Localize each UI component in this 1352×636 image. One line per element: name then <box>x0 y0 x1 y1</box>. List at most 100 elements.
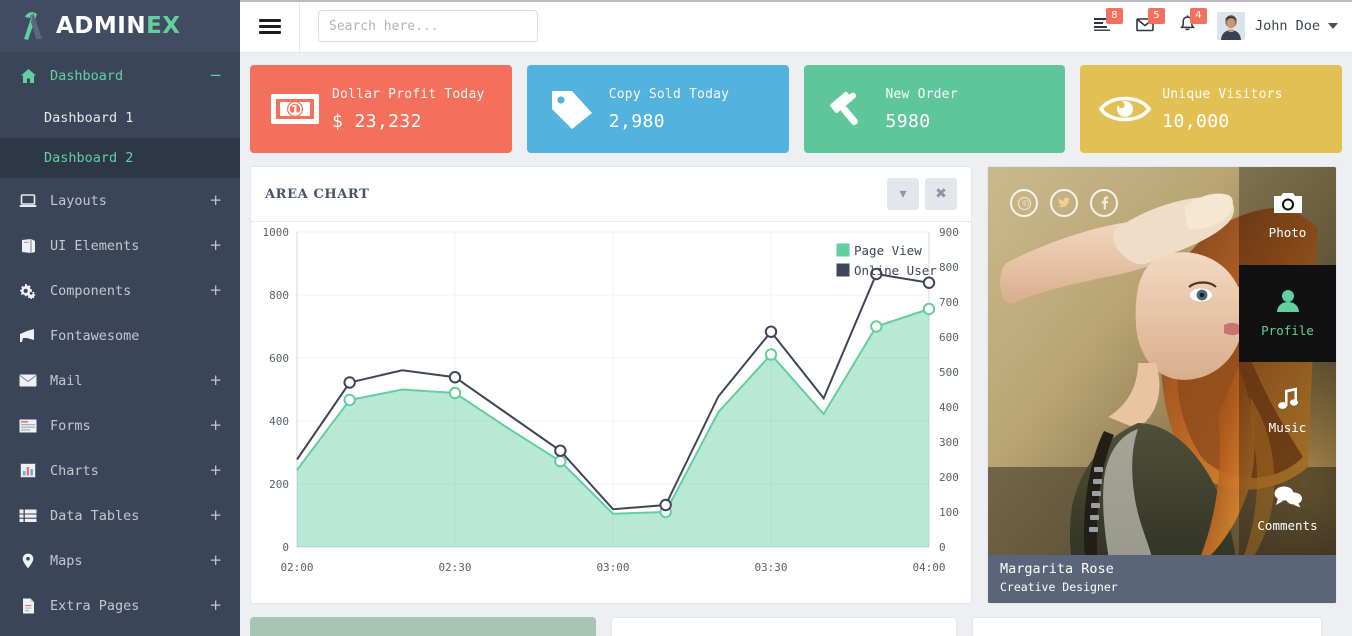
svg-text:200: 200 <box>269 478 289 491</box>
profile-menu-label: Profile <box>1261 322 1314 338</box>
sidebar-subitem-label: Dashboard 1 <box>44 110 134 126</box>
expand-sign: + <box>209 506 222 524</box>
close-icon[interactable]: ✖ <box>925 178 957 210</box>
stat-value: 5980 <box>885 110 931 132</box>
svg-text:02:00: 02:00 <box>280 561 313 574</box>
facebook-icon[interactable] <box>1090 189 1118 217</box>
stat-value: 10,000 <box>1162 110 1230 132</box>
profile-menu-label: Photo <box>1268 225 1307 241</box>
sidebar-item-dashboard[interactable]: Dashboard − <box>0 53 240 98</box>
tasks-notification-button[interactable]: 8 <box>1083 0 1125 52</box>
area-chart-panel: AREA CHART ▾ ✖ 0 200 400 600 800 1000 0 100 200 3… <box>250 166 972 604</box>
triangle-logo-icon <box>16 9 50 43</box>
sidebar-item-extra-pages[interactable]: Extra Pages + <box>0 583 240 628</box>
hamburger-icon <box>258 16 281 37</box>
brand-name-accent: EX <box>146 13 181 39</box>
sidebar-item-fontawesome[interactable]: Fontawesome <box>0 313 240 358</box>
panel-row: AREA CHART ▾ ✖ 0 200 400 600 800 1000 0 100 200 3… <box>250 166 1342 604</box>
table-list-icon <box>16 507 40 525</box>
expand-sign: + <box>209 461 222 479</box>
profile-menu-music[interactable]: Music <box>1239 362 1336 460</box>
bottom-card-2[interactable] <box>611 617 957 636</box>
stat-card-new-order[interactable]: New Order 5980 <box>803 65 1066 153</box>
profile-card: Photo Profile Music Comments Margarita R… <box>987 166 1337 604</box>
profile-menu-profile[interactable]: Profile <box>1239 264 1336 362</box>
stat-text: Unique Visitors 10,000 <box>1156 87 1282 132</box>
profile-menu-label: Comments <box>1257 517 1318 533</box>
form-list-icon <box>16 417 40 435</box>
book-icon <box>16 237 40 255</box>
gavel-icon <box>818 87 880 131</box>
chart-canvas[interactable]: 0 200 400 600 800 1000 0 100 200 300 400 500 600 700 8… <box>251 222 971 603</box>
sidebar-item-label: Layouts <box>50 192 107 209</box>
collapse-sign: − <box>209 66 222 84</box>
eye-icon <box>1094 92 1156 126</box>
bottom-card-1[interactable] <box>250 617 596 636</box>
search-container <box>300 10 538 42</box>
laptop-icon <box>16 192 40 210</box>
badge-count: 4 <box>1189 8 1207 24</box>
messages-notification-button[interactable]: 5 <box>1125 0 1167 52</box>
sidebar-item-layouts[interactable]: Layouts + <box>0 178 240 223</box>
sidebar-item-data-tables[interactable]: Data Tables + <box>0 493 240 538</box>
bottom-cards-row <box>250 617 1342 636</box>
sidebar-subitem-dashboard-2[interactable]: Dashboard 2 <box>0 138 240 178</box>
sidebar-item-label: UI Elements <box>50 237 140 254</box>
sidebar-item-label: Maps <box>50 552 83 569</box>
svg-text:Online User: Online User <box>854 263 937 278</box>
sidebar-item-label: Charts <box>50 462 99 479</box>
svg-text:03:30: 03:30 <box>754 561 787 574</box>
stat-title: Copy Sold Today <box>608 86 730 102</box>
stat-title: Dollar Profit Today <box>332 86 485 102</box>
topbar-actions: 8 5 4 John Doe <box>1083 0 1352 52</box>
expand-sign: + <box>209 371 222 389</box>
user-menu-button[interactable]: John Doe <box>1216 12 1338 40</box>
alerts-notification-button[interactable]: 4 <box>1167 0 1209 52</box>
search-input[interactable] <box>318 10 538 42</box>
chevron-down-icon[interactable]: ▾ <box>887 178 919 210</box>
svg-text:100: 100 <box>939 506 959 519</box>
sidebar-item-label: Data Tables <box>50 507 140 524</box>
sidebar-item-charts[interactable]: Charts + <box>0 448 240 493</box>
svg-text:04:00: 04:00 <box>912 561 945 574</box>
twitter-icon[interactable] <box>1050 189 1078 217</box>
sidebar-item-maps[interactable]: Maps + <box>0 538 240 583</box>
svg-text:Page View: Page View <box>854 243 922 258</box>
stat-title: New Order <box>885 86 958 102</box>
sidebar-item-label: Extra Pages <box>50 597 140 614</box>
stat-text: Dollar Profit Today $ 23,232 <box>326 87 485 132</box>
svg-text:400: 400 <box>269 415 289 428</box>
sidebar-toggle-button[interactable] <box>240 0 300 52</box>
stat-card-unique-visitors[interactable]: Unique Visitors 10,000 <box>1080 65 1342 153</box>
svg-text:900: 900 <box>939 226 959 239</box>
sidebar-item-label: Components <box>50 282 132 299</box>
pinterest-icon[interactable] <box>1010 189 1038 217</box>
sidebar-item-mail[interactable]: Mail + <box>0 358 240 403</box>
gears-icon <box>16 282 40 300</box>
sidebar-item-forms[interactable]: Forms + <box>0 403 240 448</box>
brand-logo-area[interactable]: ADMINEX <box>0 0 240 53</box>
sidebar-item-components[interactable]: Components + <box>0 268 240 313</box>
profile-name: Margarita Rose <box>1000 561 1114 577</box>
profile-role: Creative Designer <box>1000 580 1118 594</box>
tag-icon <box>541 87 603 131</box>
profile-menu-photo[interactable]: Photo <box>1239 167 1336 265</box>
file-text-icon <box>16 597 40 615</box>
svg-text:800: 800 <box>269 289 289 302</box>
avatar <box>1216 12 1245 40</box>
sidebar-item-ui-elements[interactable]: UI Elements + <box>0 223 240 268</box>
svg-text:700: 700 <box>939 296 959 309</box>
stat-card-dollar-profit[interactable]: 1 Dollar Profit Today $ 23,232 <box>250 65 512 153</box>
profile-side-menu: Photo Profile Music Comments <box>1239 167 1336 557</box>
expand-sign: + <box>209 596 222 614</box>
sidebar-subitem-dashboard-1[interactable]: Dashboard 1 <box>0 98 240 138</box>
profile-menu-comments[interactable]: Comments <box>1239 459 1336 557</box>
svg-text:200: 200 <box>939 471 959 484</box>
bottom-card-3[interactable] <box>972 617 1322 636</box>
panel-tools: ▾ ✖ <box>887 178 957 210</box>
stat-card-copy-sold[interactable]: Copy Sold Today 2,980 <box>526 65 789 153</box>
bar-chart-icon <box>16 462 40 480</box>
profile-menu-label: Music <box>1268 420 1307 436</box>
money-icon: 1 <box>264 90 326 128</box>
top-navbar: 8 5 4 <box>240 0 1352 53</box>
